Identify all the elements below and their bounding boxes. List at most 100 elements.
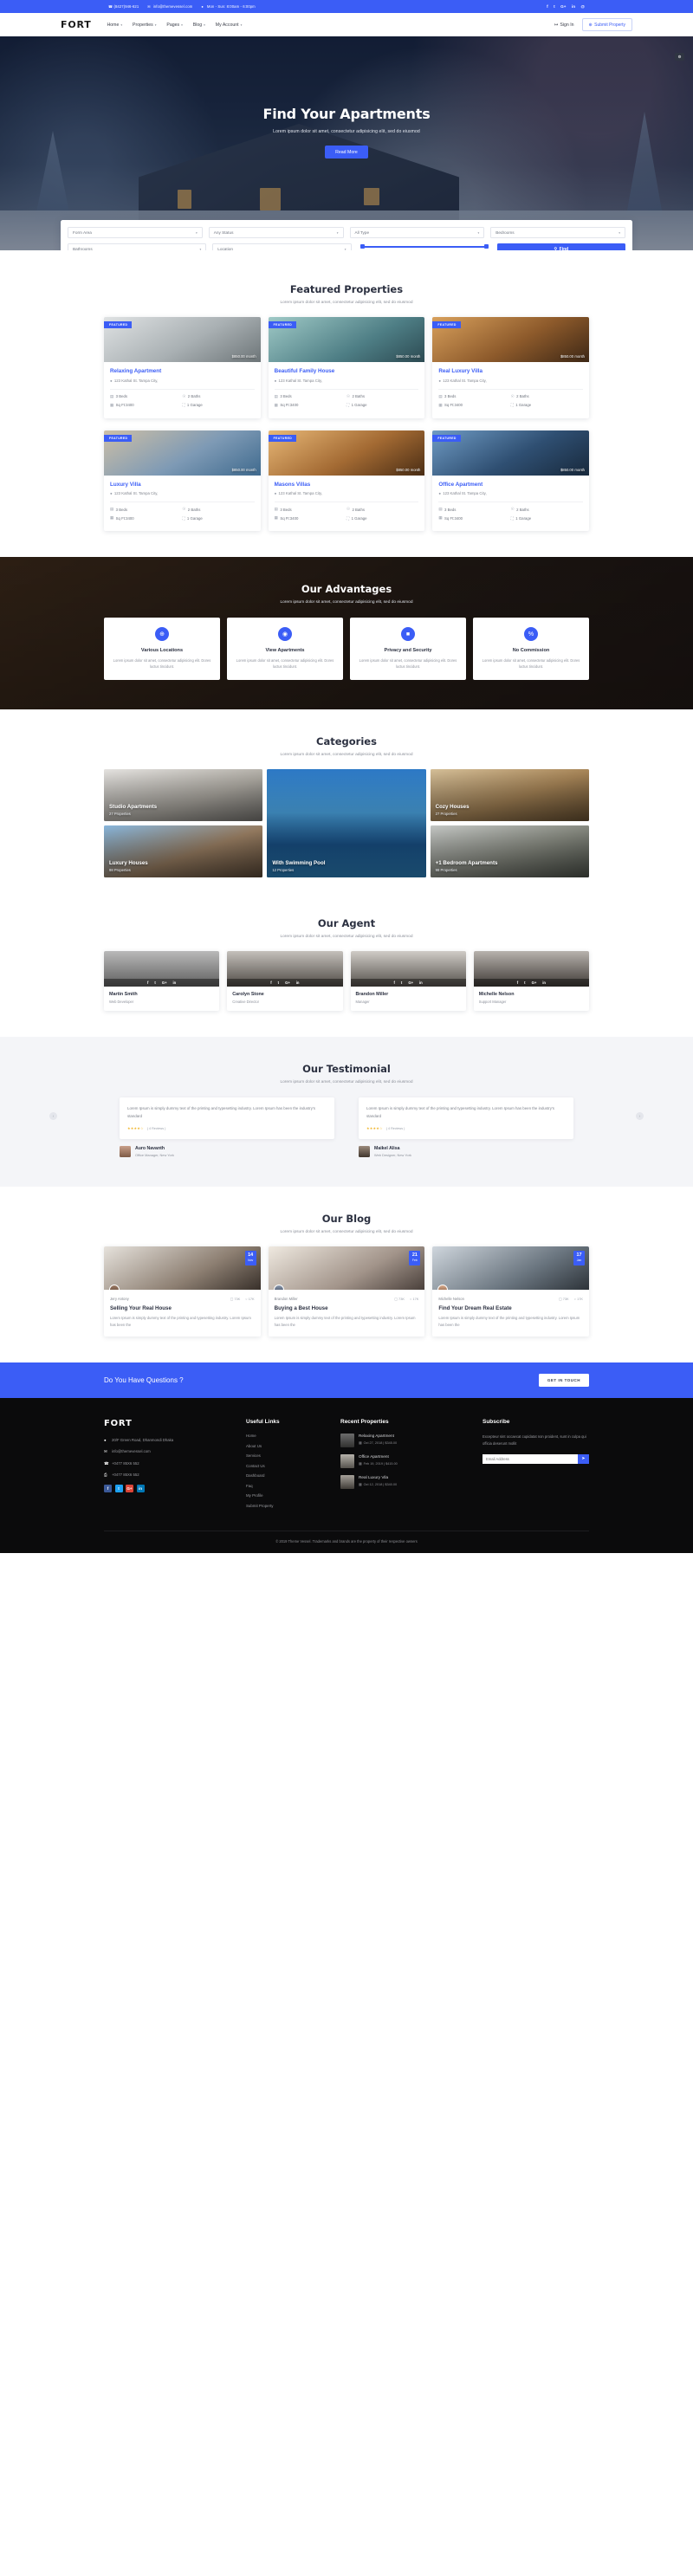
blog-card[interactable]: 17 Jan Michelle Nelson ▢ 73K ○ 17K Find … (432, 1246, 590, 1337)
footer-email[interactable]: ✉ info@themevessel.com (104, 1448, 234, 1454)
agent-card[interactable]: f t G+ in Michelle Nelson Support Manage… (473, 951, 589, 1012)
bathrooms-select[interactable]: Bathrooms ▾ (68, 243, 207, 250)
linkedin-icon[interactable]: in (296, 981, 300, 985)
facebook-icon[interactable]: f (147, 981, 148, 985)
nav-item-home[interactable]: Home ▾ (107, 23, 123, 28)
find-button[interactable]: ⚲ Find (496, 243, 625, 250)
settings-toggle-button[interactable]: ⚙ (675, 53, 684, 61)
nav-item-properties[interactable]: Properties ▾ (133, 23, 156, 28)
status-select[interactable]: Any Status ▾ (208, 227, 344, 238)
email-input[interactable] (483, 1453, 578, 1464)
facebook-icon[interactable]: f (270, 981, 271, 985)
instagram-icon[interactable]: @ (581, 4, 585, 9)
google-plus-icon[interactable]: G+ (560, 4, 566, 9)
property-title[interactable]: Real Luxury Villa (438, 368, 583, 374)
blog-post-title[interactable]: Buying a Best House (275, 1305, 419, 1311)
blog-card[interactable]: 14 Nov Jery Antony ▢ 73K ○ 17K Selling Y… (104, 1246, 261, 1337)
category-card-one-bedroom-apartments[interactable]: +1 Bedroom Apartments 98 Properties (430, 825, 589, 878)
footer-link-contact-us[interactable]: Contact Us (246, 1464, 328, 1468)
blog-card[interactable]: 21 Feb Brandon Miller ▢ 73K ○ 17K Buying… (268, 1246, 425, 1337)
slider-track[interactable] (359, 244, 489, 249)
twitter-icon[interactable]: t (278, 981, 279, 985)
testimonial-title: Our Testimonial (302, 1063, 391, 1076)
slider-handle-max[interactable] (483, 244, 489, 249)
twitter-icon[interactable]: t (154, 981, 155, 985)
agent-card[interactable]: f t G+ in Carolyn Stone Creative Directo… (227, 951, 343, 1012)
property-card[interactable]: FEATURED $850.00 month Real Luxury Villa… (432, 317, 590, 418)
facebook-icon[interactable]: f (394, 981, 395, 985)
email-info[interactable]: ✉ info@themevessel.com (147, 4, 192, 9)
category-card-cozy-houses[interactable]: Cozy Houses 27 Properties (430, 769, 589, 822)
hero-read-more-button[interactable]: Read More (325, 146, 368, 159)
agent-card[interactable]: f t G+ in Martin Smith Web Developer (104, 951, 220, 1012)
agent-social-bar: f t G+ in (104, 979, 220, 987)
linkedin-icon[interactable]: in (173, 981, 177, 985)
linkedin-icon[interactable]: in (542, 981, 546, 985)
property-title[interactable]: Relaxing Apartment (110, 368, 255, 374)
property-card[interactable]: FEATURED $850.00 month Beautiful Family … (268, 317, 425, 418)
nav-item-pages[interactable]: Pages ▾ (166, 23, 182, 28)
blog-post-title[interactable]: Find Your Dream Real Estate (438, 1305, 583, 1311)
property-title[interactable]: Masons Villas (275, 482, 419, 488)
property-title[interactable]: Beautiful Family House (275, 368, 419, 374)
footer-phone[interactable]: ☎ +0477 85X6 552 (104, 1460, 234, 1466)
property-card[interactable]: FEATURED $850.00 month Office Apartment … (432, 430, 590, 531)
facebook-icon[interactable]: f (104, 1485, 112, 1493)
nav-item-my-account[interactable]: My Account ▾ (216, 23, 242, 28)
advantage-card[interactable]: ◉ View Apartments Lorem ipsum dolor sit … (227, 618, 343, 681)
footer-link-dashboard[interactable]: Dashboard (246, 1473, 328, 1478)
price-range-slider[interactable]: 0 USD 150000 USD (358, 243, 491, 250)
google-plus-icon[interactable]: G+ (285, 981, 290, 985)
location-select[interactable]: Location ▾ (212, 243, 352, 250)
linkedin-icon[interactable]: in (136, 1485, 145, 1493)
bedrooms-select[interactable]: Bedrooms ▾ (490, 227, 625, 238)
twitter-icon[interactable]: t (524, 981, 525, 985)
twitter-icon[interactable]: t (554, 4, 555, 9)
property-title[interactable]: Office Apartment (438, 482, 583, 488)
get-in-touch-button[interactable]: GET IN TOUCH (538, 1374, 589, 1387)
linkedin-icon[interactable]: in (419, 981, 423, 985)
linkedin-icon[interactable]: in (572, 4, 575, 9)
phone-info[interactable]: ☎ (8427)946-621 (108, 4, 139, 9)
footer-link-submit-property[interactable]: Submit Property (246, 1504, 328, 1508)
footer-link-home[interactable]: Home (246, 1434, 328, 1438)
property-card[interactable]: FEATURED $850.00 month Luxury Villa ● 123… (104, 430, 261, 531)
subscribe-send-button[interactable]: ➤ (578, 1453, 589, 1464)
google-plus-icon[interactable]: G+ (126, 1485, 133, 1493)
twitter-icon[interactable]: t (401, 981, 402, 985)
category-card-luxury-houses[interactable]: Luxury Houses 98 Properties (104, 825, 263, 878)
slider-handle-min[interactable] (359, 244, 365, 249)
type-select[interactable]: All Type ▾ (349, 227, 485, 238)
form-area-select[interactable]: Form Area ▾ (68, 227, 203, 238)
property-title[interactable]: Luxury Villa (110, 482, 255, 488)
twitter-icon[interactable]: t (114, 1485, 123, 1493)
google-plus-icon[interactable]: G+ (532, 981, 537, 985)
advantage-card[interactable]: % No Commission Lorem ipsum dolor sit am… (473, 618, 589, 681)
sign-in-button[interactable]: ↦ Sign In (554, 23, 574, 28)
category-card-with-swimming-pool[interactable]: With Swimming Pool 12 Properties (267, 769, 426, 878)
footer-link-my-profile[interactable]: My Profile (246, 1493, 328, 1498)
testimonial-next-button[interactable]: › (636, 1111, 644, 1120)
footer-logo[interactable]: FORT (104, 1419, 234, 1428)
testimonial-prev-button[interactable]: ‹ (49, 1111, 57, 1120)
recent-property-item[interactable]: Real Luxury Vila ▦ Oct 12, 2018 | $340.00 (340, 1475, 470, 1489)
submit-property-button[interactable]: ⊕ Submit Property (581, 18, 632, 31)
advantage-card[interactable]: ⊕ Various Locations Lorem ipsum dolor si… (104, 618, 220, 681)
recent-property-item[interactable]: Relaxing Apartment ▦ Oct 27, 2018 | $345.… (340, 1434, 470, 1447)
property-card[interactable]: FEATURED $850.00 month Masons Villas ● 12… (268, 430, 425, 531)
footer-link-about-us[interactable]: About Us (246, 1444, 328, 1448)
advantage-card[interactable]: ■ Privacy and Security Lorem ipsum dolor… (350, 618, 466, 681)
blog-post-title[interactable]: Selling Your Real House (110, 1305, 255, 1311)
property-card[interactable]: FEATURED $850.00 month Relaxing Apartmen… (104, 317, 261, 418)
google-plus-icon[interactable]: G+ (162, 981, 167, 985)
site-logo[interactable]: FORT (61, 19, 92, 30)
facebook-icon[interactable]: f (547, 4, 548, 9)
recent-property-item[interactable]: Office Apartment ▦ Feb 19, 2019 | $415.00 (340, 1454, 470, 1468)
agent-card[interactable]: f t G+ in Brandon Miller Manager (350, 951, 466, 1012)
footer-link-services[interactable]: Services (246, 1453, 328, 1458)
nav-item-blog[interactable]: Blog ▾ (193, 23, 205, 28)
google-plus-icon[interactable]: G+ (408, 981, 413, 985)
facebook-icon[interactable]: f (517, 981, 518, 985)
category-card-studio-apartments[interactable]: Studio Apartments 27 Properties (104, 769, 263, 822)
footer-link-faq[interactable]: Faq (246, 1484, 328, 1488)
